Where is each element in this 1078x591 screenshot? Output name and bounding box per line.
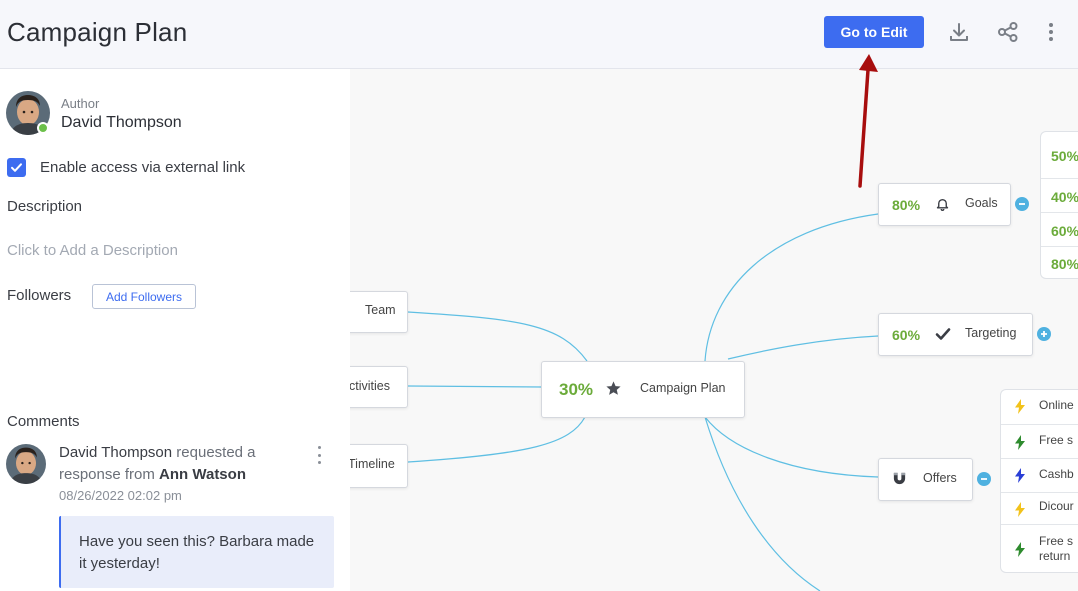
add-followers-button[interactable]: Add Followers: [92, 284, 196, 309]
comment-menu-icon[interactable]: [313, 446, 325, 464]
mindmap-canvas[interactable]: Team ctivities Timeline 30% Campaign Pla…: [350, 69, 1078, 591]
lightning-icon: [1015, 399, 1025, 414]
child-percent: 60%: [1051, 223, 1078, 239]
mindmap-node-timeline[interactable]: Timeline: [350, 444, 408, 488]
collapse-offers-icon[interactable]: [977, 472, 991, 486]
node-label: ctivities: [350, 379, 390, 393]
node-label: Timeline: [350, 457, 395, 471]
offers-child-row[interactable]: Online: [1001, 390, 1078, 424]
lightning-icon: [1015, 468, 1025, 483]
comment-avatar: [6, 444, 46, 484]
comment-header: David Thompson requested a: [59, 444, 256, 461]
page-title: Campaign Plan: [7, 17, 188, 47]
child-percent: 50%: [1051, 148, 1078, 164]
offers-child-row[interactable]: Cashb: [1001, 458, 1078, 492]
node-label: Goals: [965, 196, 998, 210]
comment-target: Ann Watson: [159, 466, 246, 483]
expand-targeting-icon[interactable]: [1037, 327, 1051, 341]
external-link-checkbox[interactable]: [7, 158, 26, 177]
node-label: Team: [365, 303, 396, 317]
magnet-icon: [892, 471, 907, 491]
offers-child-row[interactable]: Dicour: [1001, 492, 1078, 524]
go-to-edit-button[interactable]: Go to Edit: [824, 16, 924, 48]
bell-icon: [935, 196, 950, 217]
external-link-label: Enable access via external link: [40, 159, 246, 176]
child-percent: 80%: [1051, 256, 1078, 272]
top-header: Campaign Plan Go to Edit: [0, 0, 1078, 69]
node-percent: 80%: [892, 197, 921, 213]
node-label: Offers: [923, 471, 957, 485]
share-icon[interactable]: [996, 20, 1020, 44]
more-vertical-icon[interactable]: [1039, 20, 1063, 44]
mindmap-node-offers[interactable]: Offers: [878, 458, 973, 501]
goals-child-row[interactable]: 80%: [1041, 246, 1078, 278]
comment-action-continued: response from: [59, 466, 155, 483]
node-percent: 30%: [559, 380, 594, 399]
checkmark-icon: [11, 163, 22, 172]
comments-heading: Comments: [7, 413, 80, 430]
mindmap-node-campaign-plan[interactable]: 30% Campaign Plan: [541, 361, 745, 418]
goals-child-row[interactable]: 60%: [1041, 212, 1078, 246]
mindmap-node-targeting[interactable]: 60% Targeting: [878, 313, 1033, 356]
node-label: Campaign Plan: [640, 381, 726, 395]
lightning-icon: [1015, 502, 1025, 517]
offers-children-panel: Online Free s Cashb Dicour Free s return: [1000, 389, 1078, 573]
lightning-icon: [1015, 435, 1025, 450]
comment-action: requested a: [176, 444, 256, 461]
star-icon: [605, 380, 622, 402]
comment-date: 08/26/2022 02:02 pm: [59, 488, 182, 503]
node-percent: 60%: [892, 327, 921, 343]
author-label: Author: [61, 96, 100, 111]
goals-child-row[interactable]: 50%: [1041, 132, 1078, 178]
description-field[interactable]: Click to Add a Description: [7, 242, 178, 259]
mindmap-node-team[interactable]: Team: [350, 291, 408, 333]
checkmark-icon: [935, 327, 951, 346]
offers-child-row[interactable]: Free s: [1001, 424, 1078, 458]
download-icon[interactable]: [947, 20, 971, 44]
offers-child-label: Dicour: [1039, 499, 1074, 513]
goals-child-row[interactable]: 40%: [1041, 178, 1078, 212]
author-name: David Thompson: [61, 114, 182, 131]
lightning-icon: [1015, 542, 1025, 557]
offers-child-label: Free s return: [1039, 534, 1074, 563]
offers-child-label: Free s: [1039, 433, 1074, 447]
description-heading: Description: [7, 198, 83, 215]
offers-child-label: Cashb: [1039, 467, 1074, 481]
mindmap-node-activities[interactable]: ctivities: [350, 366, 408, 408]
comment-author: David Thompson: [59, 444, 173, 461]
child-percent: 40%: [1051, 189, 1078, 205]
comment-header-line2: response from Ann Watson: [59, 466, 246, 483]
offers-child-row[interactable]: Free s return: [1001, 524, 1078, 572]
offers-child-label: Online: [1039, 398, 1074, 412]
node-label: Targeting: [965, 326, 1017, 340]
mindmap-node-goals[interactable]: 80% Goals: [878, 183, 1011, 226]
online-status-indicator: [37, 122, 49, 134]
goals-children-panel: 50% 40% 60% 80%: [1040, 131, 1078, 279]
comment-text: Have you seen this? Barbara made it yest…: [59, 516, 334, 588]
collapse-goals-icon[interactable]: [1015, 197, 1029, 211]
annotation-arrow: [858, 54, 878, 188]
followers-heading: Followers: [7, 287, 72, 304]
